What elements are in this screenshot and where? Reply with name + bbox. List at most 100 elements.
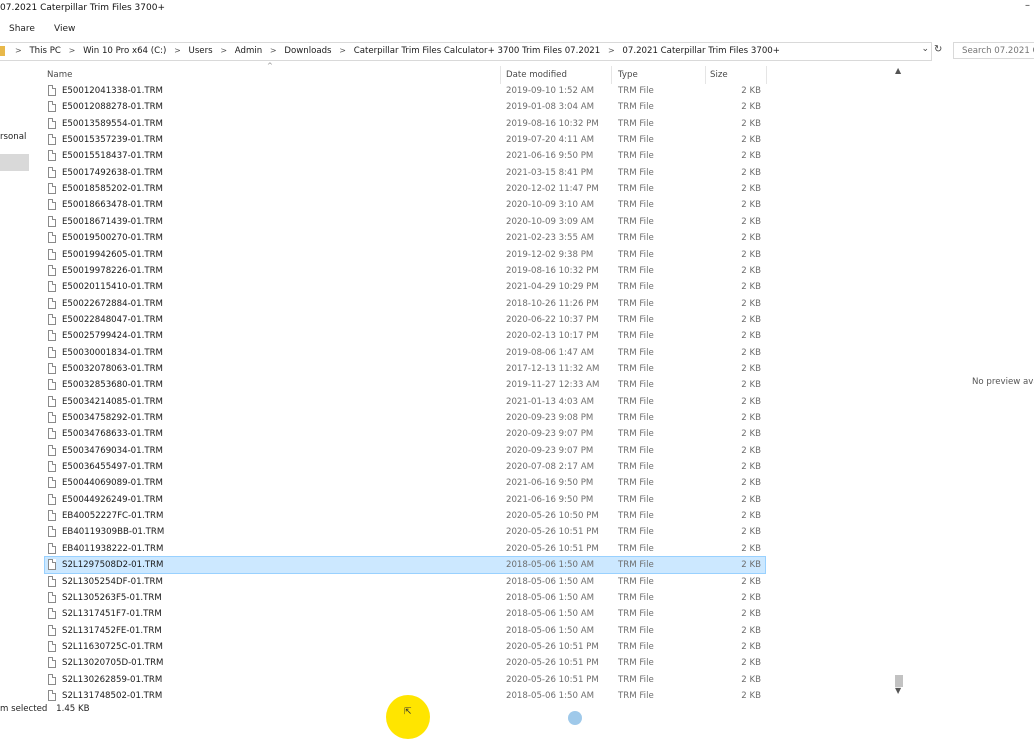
column-header-type[interactable]: Type	[618, 70, 638, 80]
breadcrumb-calculator-folder[interactable]: Caterpillar Trim Files Calculator+ 3700 …	[354, 46, 601, 56]
file-date-modified: 2019-11-27 12:33 AM	[506, 380, 600, 391]
file-type: TRM File	[618, 576, 654, 587]
file-row[interactable]: S2L1297508D2-01.TRM 2018-05-06 1:50 AM TRM…	[44, 556, 766, 575]
file-row[interactable]: S2L11630725C-01.TRM 2020-05-26 10:51 PM TR…	[45, 639, 765, 655]
file-row[interactable]: E50032078063-01.TRM 2017-12-13 11:32 AM TR…	[45, 361, 765, 377]
file-row[interactable]: E50013589554-01.TRM 2019-08-16 10:32 PM TR…	[45, 116, 765, 132]
file-row[interactable]: E50034214085-01.TRM 2021-01-13 4:03 AM TRM…	[45, 394, 765, 410]
file-row[interactable]: S2L1305263F5-01.TRM 2018-05-06 1:50 AM TRM…	[45, 590, 765, 606]
file-icon	[48, 510, 56, 522]
file-type: TRM File	[618, 167, 654, 178]
nav-item-selected[interactable]	[0, 154, 29, 171]
file-type: TRM File	[618, 429, 654, 440]
address-bar[interactable]: > This PC > Win 10 Pro x64 (C:) > Users …	[0, 42, 932, 61]
file-row[interactable]: E50025799424-01.TRM 2020-02-13 10:17 PM TR…	[45, 328, 765, 344]
file-row[interactable]: E50018663478-01.TRM 2020-10-09 3:10 AM TRM…	[45, 197, 765, 213]
file-row[interactable]: S2L1317452FE-01.TRM 2018-05-06 1:50 AM TRM…	[45, 623, 765, 639]
status-bar: m selected 1.45 KB	[0, 703, 1034, 716]
file-name: E50015357239-01.TRM	[62, 135, 163, 146]
file-row[interactable]: E50032853680-01.TRM 2019-11-27 12:33 AM TR…	[45, 377, 765, 393]
chevron-right-icon: >	[339, 46, 346, 55]
minimize-button[interactable]: –	[1025, 0, 1030, 11]
file-date-modified: 2020-05-26 10:51 PM	[506, 658, 599, 669]
file-row[interactable]: S2L130262859-01.TRM 2020-05-26 10:51 PM TR…	[45, 672, 765, 688]
file-type: TRM File	[618, 413, 654, 423]
file-name: S2L1305254DF-01.TRM	[62, 576, 163, 587]
file-icon	[48, 101, 56, 113]
tab-share[interactable]: Share	[9, 24, 35, 34]
preview-pane: No preview ava	[905, 62, 1034, 702]
vertical-scrollbar[interactable]: ▲ ▼	[893, 66, 905, 702]
file-row[interactable]: E50030001834-01.TRM 2019-08-06 1:47 AM TRM…	[45, 345, 765, 361]
file-type: TRM File	[618, 527, 654, 538]
file-size: 2 KB	[741, 282, 761, 293]
file-size: 2 KB	[741, 135, 761, 146]
file-type: TRM File	[618, 511, 654, 522]
refresh-icon[interactable]: ↻	[934, 44, 942, 55]
scroll-up-icon[interactable]: ▲	[895, 66, 901, 75]
breadcrumb: > This PC > Win 10 Pro x64 (C:) > Users …	[10, 46, 780, 56]
chevron-right-icon: >	[220, 46, 228, 55]
file-icon	[48, 281, 56, 293]
file-date-modified: 2020-07-08 2:17 AM	[506, 462, 594, 473]
file-row[interactable]: EB4011938222-01.TRM 2020-05-26 10:51 PM TR…	[45, 541, 765, 557]
file-icon	[48, 559, 56, 571]
file-row[interactable]: E50018585202-01.TRM 2020-12-02 11:47 PM TR…	[45, 181, 765, 197]
file-row[interactable]: E50044069089-01.TRM 2021-06-16 9:50 PM TRM…	[45, 475, 765, 491]
file-row[interactable]: E50034768633-01.TRM 2020-09-23 9:07 PM TRM…	[45, 426, 765, 442]
file-date-modified: 2020-09-23 9:07 PM	[506, 429, 594, 440]
file-row[interactable]: E50034758292-01.TRM 2020-09-23 9:08 PM TRM…	[45, 410, 765, 426]
file-name: S2L131748502-01.TRM	[62, 690, 163, 701]
breadcrumb-drive[interactable]: Win 10 Pro x64 (C:)	[83, 46, 166, 56]
breadcrumb-downloads[interactable]: Downloads	[284, 46, 331, 56]
file-row[interactable]: E50036455497-01.TRM 2020-07-08 2:17 AM TRM…	[45, 459, 765, 475]
file-icon	[48, 640, 56, 652]
ribbon: Share View	[0, 18, 1034, 40]
file-row[interactable]: S2L1317451F7-01.TRM 2018-05-06 1:50 AM TRM…	[45, 606, 765, 622]
file-row[interactable]: E50034769034-01.TRM 2020-09-23 9:07 PM TRM…	[45, 443, 765, 459]
file-row[interactable]: EB40052227FC-01.TRM 2020-05-26 10:50 PM TR…	[45, 508, 765, 524]
file-date-modified: 2019-08-06 1:47 AM	[506, 347, 594, 358]
chevron-down-icon[interactable]: ⌄	[921, 44, 929, 54]
file-row[interactable]: S2L13020705D-01.TRM 2020-05-26 10:51 PM TR…	[45, 655, 765, 671]
file-name: E50018671439-01.TRM	[62, 216, 163, 227]
file-row[interactable]: E50020115410-01.TRM 2021-04-29 10:29 PM TR…	[45, 279, 765, 295]
address-row: > This PC > Win 10 Pro x64 (C:) > Users …	[0, 42, 1034, 61]
file-row[interactable]: E50019500270-01.TRM 2021-02-23 3:55 AM TRM…	[45, 230, 765, 246]
file-type: TRM File	[618, 641, 654, 652]
search-input[interactable]	[953, 42, 1034, 59]
file-name: E50022672884-01.TRM	[62, 298, 163, 309]
column-header-size[interactable]: Size	[710, 70, 728, 80]
file-row[interactable]: E50012088278-01.TRM 2019-01-08 3:04 AM TRM…	[45, 99, 765, 115]
file-name: S2L11630725C-01.TRM	[62, 641, 163, 652]
file-row[interactable]: E50012041338-01.TRM 2019-09-10 1:52 AM TRM…	[45, 83, 765, 99]
file-type: TRM File	[618, 86, 654, 96]
file-row[interactable]: S2L1305254DF-01.TRM 2018-05-06 1:50 AM TRM…	[45, 574, 765, 590]
file-icon	[48, 428, 56, 440]
column-header-name[interactable]: Name	[47, 70, 72, 80]
tab-view[interactable]: View	[54, 24, 75, 34]
file-row[interactable]: E50018671439-01.TRM 2020-10-09 3:09 AM TRM…	[45, 214, 765, 230]
column-header-date-modified[interactable]: Date modified	[506, 70, 567, 80]
breadcrumb-admin[interactable]: Admin	[235, 46, 262, 56]
file-row[interactable]: EB40119309BB-01.TRM 2020-05-26 10:51 PM TR…	[45, 524, 765, 540]
breadcrumb-current-folder[interactable]: 07.2021 Caterpillar Trim Files 3700+	[622, 46, 780, 56]
status-selected-size: 1.45 KB	[56, 704, 90, 714]
nav-item-personal[interactable]: rsonal	[0, 132, 26, 142]
breadcrumb-this-pc[interactable]: This PC	[29, 46, 60, 56]
file-size: 2 KB	[741, 331, 761, 342]
file-row[interactable]: E50015518437-01.TRM 2021-06-16 9:50 PM TRM…	[45, 148, 765, 164]
file-row[interactable]: E50022672884-01.TRM 2018-10-26 11:26 PM TR…	[45, 296, 765, 312]
file-icon	[48, 297, 56, 309]
file-row[interactable]: E50022848047-01.TRM 2020-06-22 10:37 PM TR…	[45, 312, 765, 328]
file-row[interactable]: E50017492638-01.TRM 2021-03-15 8:41 PM TRM…	[45, 165, 765, 181]
file-row[interactable]: E50044926249-01.TRM 2021-06-16 9:50 PM TRM…	[45, 492, 765, 508]
file-name: EB40119309BB-01.TRM	[62, 527, 165, 538]
scroll-down-icon[interactable]: ▼	[895, 686, 901, 695]
breadcrumb-users[interactable]: Users	[189, 46, 213, 56]
file-row[interactable]: E50019978226-01.TRM 2019-08-16 10:32 PM TR…	[45, 263, 765, 279]
file-name: E50012088278-01.TRM	[62, 102, 163, 113]
file-row[interactable]: E50019942605-01.TRM 2019-12-02 9:38 PM TRM…	[45, 247, 765, 263]
file-size: 2 KB	[741, 233, 761, 244]
file-row[interactable]: E50015357239-01.TRM 2019-07-20 4:11 AM TRM…	[45, 132, 765, 148]
